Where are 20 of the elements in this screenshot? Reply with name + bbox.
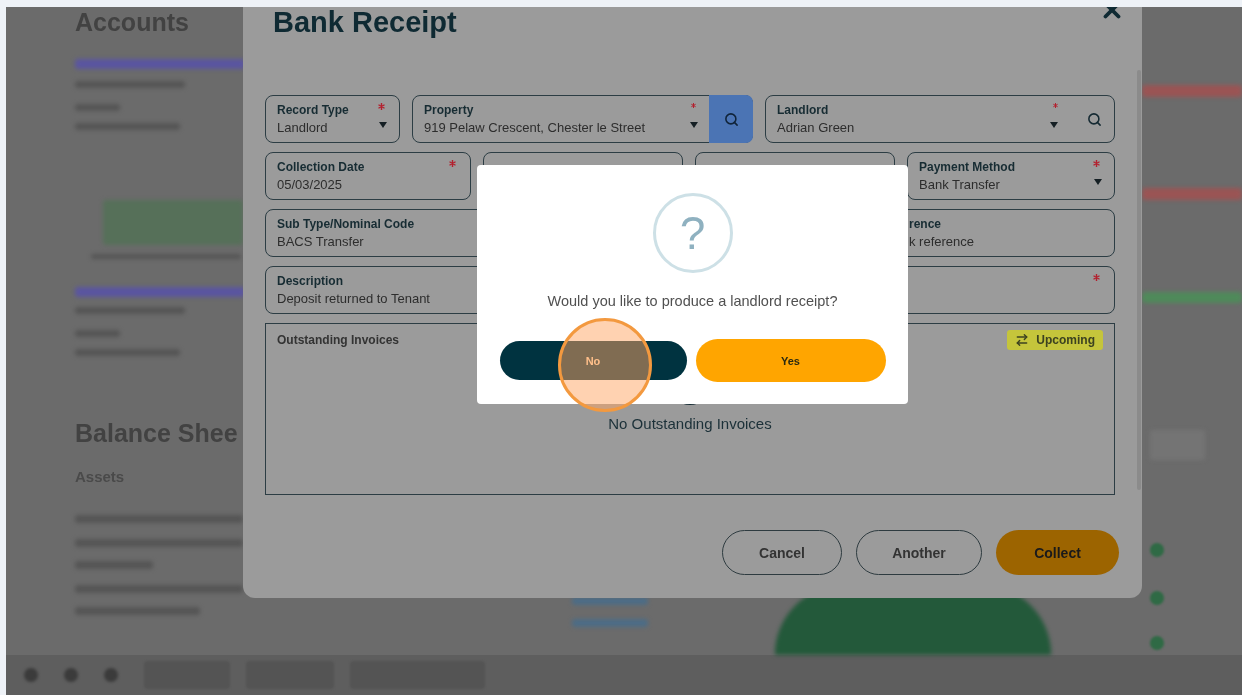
field-value: Bank Transfer bbox=[919, 175, 1000, 193]
field-label: Collection Date bbox=[277, 159, 365, 175]
question-icon: ? bbox=[652, 193, 733, 273]
field-value: Deposit returned to Tenant bbox=[277, 289, 430, 307]
field-value: 05/03/2025 bbox=[277, 175, 343, 193]
field-label: Landlord bbox=[777, 102, 829, 118]
field-value: BACS Transfer bbox=[277, 232, 364, 250]
field-label: rence bbox=[909, 216, 942, 232]
empty-message: No Outstanding Invoices bbox=[608, 415, 772, 432]
field-value: Adrian Green bbox=[777, 118, 855, 136]
field-label: Record Type bbox=[277, 102, 349, 118]
field-value: k reference bbox=[909, 232, 975, 250]
field-label: Payment Method bbox=[919, 159, 1015, 175]
panel-title: Outstanding Invoices bbox=[277, 333, 399, 347]
field-label: Description bbox=[277, 273, 343, 289]
field-value: 919 Pelaw Crescent, Chester le Street bbox=[424, 118, 646, 136]
modal-title: Bank Receipt bbox=[273, 7, 457, 37]
field-value: Landlord bbox=[277, 118, 328, 136]
field-label: Property bbox=[424, 102, 474, 118]
field-label: Sub Type/Nominal Code bbox=[277, 216, 415, 232]
